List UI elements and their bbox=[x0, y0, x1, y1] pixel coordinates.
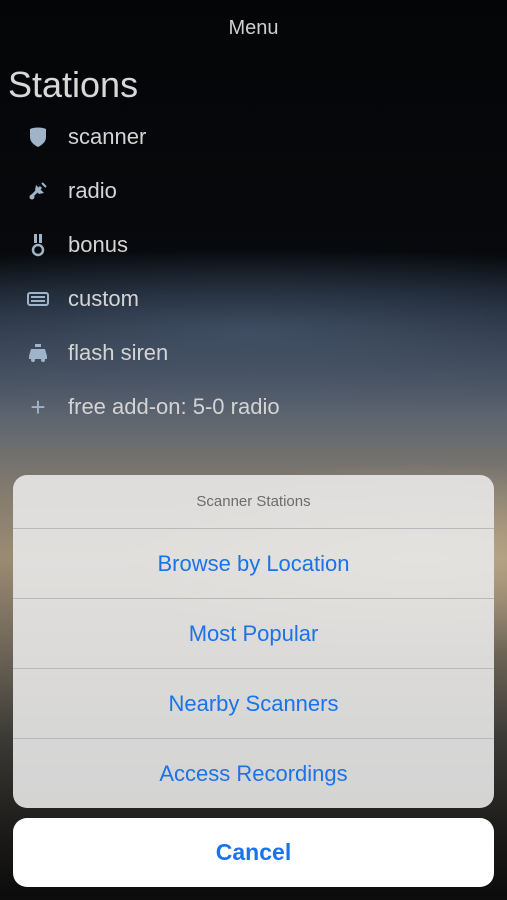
menu-item-bonus[interactable]: bonus bbox=[0, 218, 507, 272]
access-recordings-button[interactable]: Access Recordings bbox=[13, 739, 494, 808]
menu-item-custom[interactable]: custom bbox=[0, 272, 507, 326]
browse-by-location-button[interactable]: Browse by Location bbox=[13, 529, 494, 599]
stations-heading: Stations bbox=[8, 64, 139, 105]
menu-item-flash-siren[interactable]: flash siren bbox=[0, 326, 507, 380]
action-sheet-title: Scanner Stations bbox=[13, 475, 494, 529]
action-sheet: Scanner Stations Browse by Location Most… bbox=[13, 475, 494, 808]
keyboard-icon bbox=[24, 285, 52, 313]
menu-item-scanner[interactable]: scanner bbox=[0, 110, 507, 164]
menu-item-free-addon[interactable]: + free add-on: 5-0 radio bbox=[0, 380, 507, 434]
plus-icon: + bbox=[30, 392, 46, 422]
menu-item-label: radio bbox=[68, 178, 117, 203]
satellite-icon bbox=[24, 177, 52, 205]
menu-item-label: scanner bbox=[68, 124, 147, 149]
stations-list: scanner radio bonus custom flash siren +… bbox=[0, 110, 507, 434]
cancel-button[interactable]: Cancel bbox=[13, 818, 494, 887]
nav-bar: Menu bbox=[0, 0, 507, 56]
most-popular-button[interactable]: Most Popular bbox=[13, 599, 494, 669]
shield-icon bbox=[24, 123, 52, 151]
menu-item-label: flash siren bbox=[68, 340, 169, 365]
medal-icon bbox=[24, 231, 52, 259]
menu-item-label: free add-on: 5-0 radio bbox=[68, 394, 280, 419]
menu-item-label: custom bbox=[68, 286, 139, 311]
nav-title: Menu bbox=[228, 16, 279, 39]
police-car-icon bbox=[24, 339, 52, 367]
menu-item-radio[interactable]: radio bbox=[0, 164, 507, 218]
nearby-scanners-button[interactable]: Nearby Scanners bbox=[13, 669, 494, 739]
menu-item-label: bonus bbox=[68, 232, 128, 257]
